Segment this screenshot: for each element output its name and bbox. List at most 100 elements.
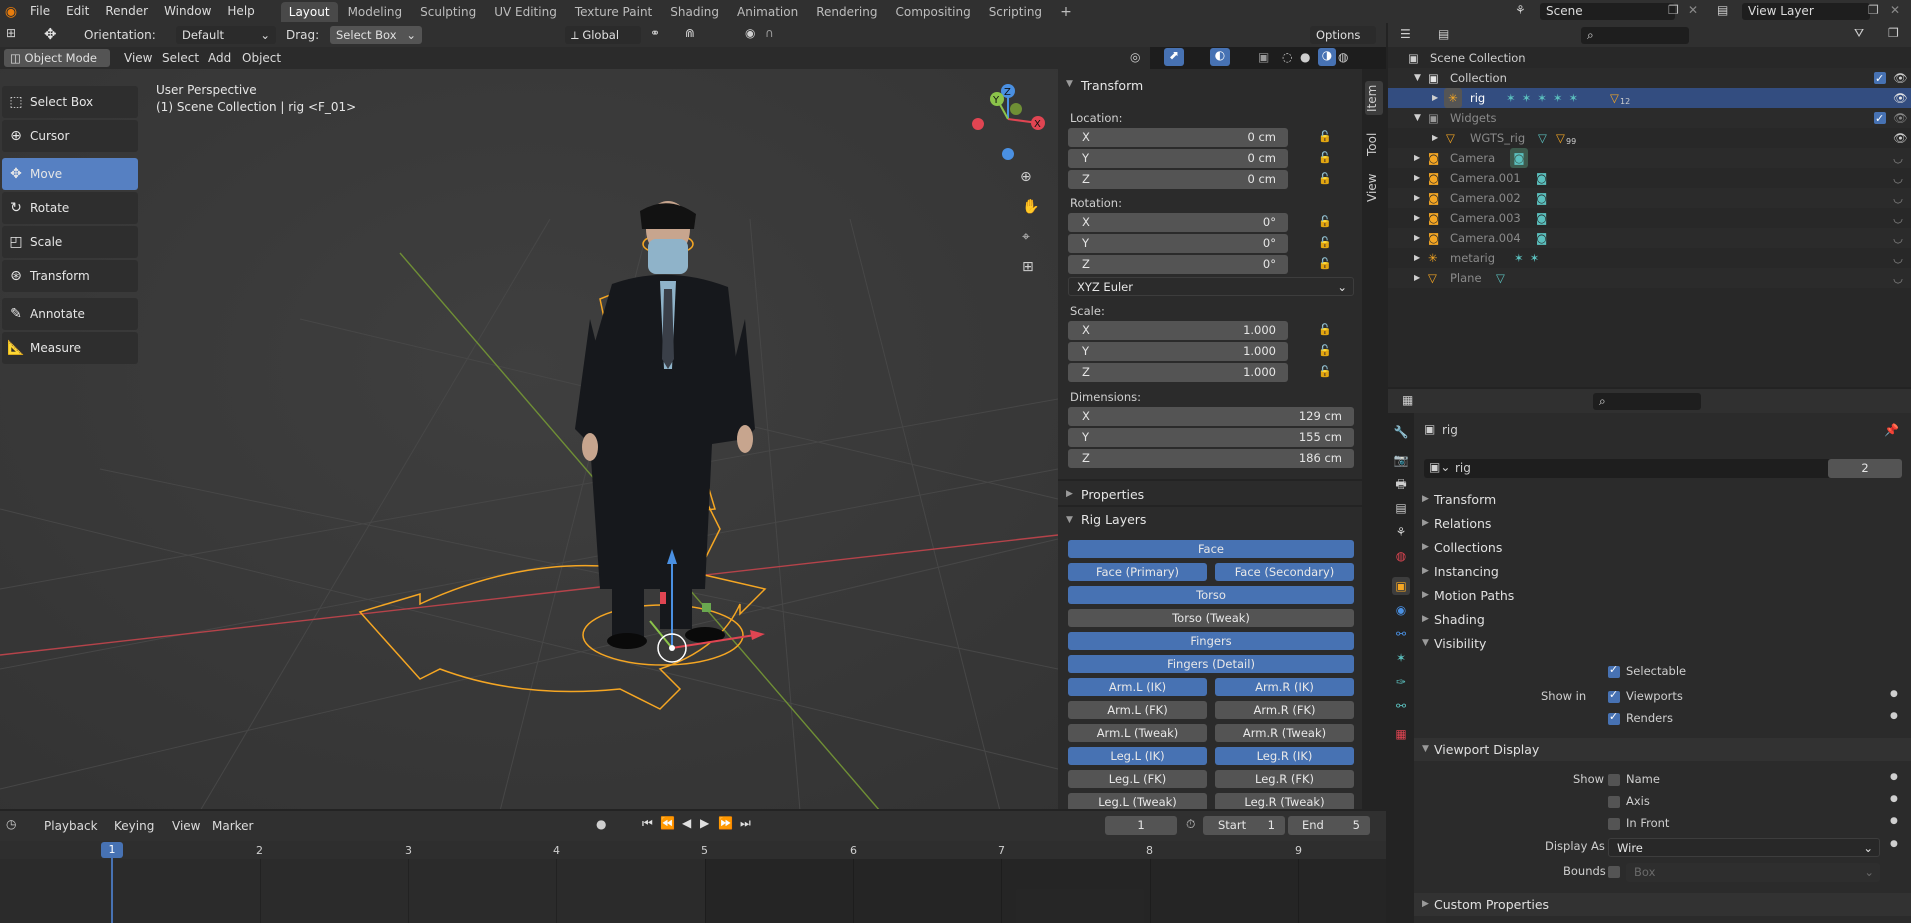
menu-help[interactable]: Help <box>219 0 262 23</box>
scene-field[interactable]: Scene <box>1540 3 1675 20</box>
render-tab-icon[interactable]: 📷 <box>1392 451 1410 469</box>
zoom-icon[interactable]: ⊕ <box>1020 169 1032 185</box>
outliner-row-camera-003[interactable]: ▶ ◙ Camera.003 ◙ ◡ <box>1388 208 1911 228</box>
location-y-field[interactable]: Y0 cm <box>1068 149 1288 168</box>
expand-arrow-icon[interactable]: ▶ <box>1414 228 1420 248</box>
options-dropdown[interactable]: Options <box>1310 26 1376 44</box>
blender-logo-icon[interactable]: ◉ <box>0 4 22 20</box>
workspace-tab-shading[interactable]: Shading <box>662 2 727 22</box>
end-frame-field[interactable]: End 5 <box>1288 816 1370 835</box>
view-object-types-icon[interactable]: ◎ <box>1130 50 1140 64</box>
menu-render[interactable]: Render <box>97 0 156 23</box>
layer-arm-r-ik-button[interactable]: Arm.R (IK) <box>1215 678 1354 696</box>
lock-icon[interactable]: 🔓 <box>1318 365 1332 378</box>
gizmo-toggle-icon[interactable]: ⬈ <box>1164 48 1184 66</box>
viewports-checkbox[interactable] <box>1608 688 1620 703</box>
hidden-icon[interactable]: ◡ <box>1893 188 1903 208</box>
keyframe-dot-icon[interactable]: ● <box>1890 689 1898 699</box>
scene-icon[interactable]: ⚘ <box>1515 3 1526 17</box>
lock-icon[interactable]: 🔓 <box>1318 151 1332 164</box>
menu-marker[interactable]: Marker <box>206 817 259 835</box>
ortho-grid-icon[interactable]: ⊞ <box>1022 259 1034 275</box>
section-custom-properties[interactable]: ▶ Custom Properties <box>1414 893 1911 916</box>
rotation-x-field[interactable]: X 0° <box>1068 213 1288 232</box>
falloff-icon[interactable]: ∩ <box>765 26 774 40</box>
menu-timeline-view[interactable]: View <box>166 817 206 835</box>
collapse-arrow-icon[interactable]: ▼ <box>1066 79 1073 89</box>
eye-icon[interactable]: 👁 <box>1893 68 1908 88</box>
layer-arm-l-ik-button[interactable]: Arm.L (IK) <box>1068 678 1207 696</box>
section-transform[interactable]: ▶ Transform <box>1414 488 1911 511</box>
menu-object[interactable]: Object <box>236 49 287 67</box>
tool-tab-icon[interactable]: 🔧 <box>1392 423 1410 441</box>
transform-orientation-dropdown[interactable]: ⟂ Global <box>565 26 641 44</box>
display-as-dropdown[interactable]: Wire ⌄ <box>1608 838 1880 857</box>
layer-torso-button[interactable]: Torso <box>1068 586 1354 604</box>
section-motion-paths[interactable]: ▶ Motion Paths <box>1414 584 1911 607</box>
view-layer-icon[interactable]: ▤ <box>1717 3 1728 17</box>
collapse-arrow-icon[interactable]: ▼ <box>1414 68 1421 88</box>
bone-tab-icon[interactable]: ✑ <box>1392 673 1410 691</box>
view-layer-field[interactable]: View Layer <box>1742 3 1870 20</box>
expand-arrow-icon[interactable]: ▶ <box>1414 188 1420 208</box>
show-name-checkbox[interactable] <box>1608 774 1620 786</box>
physics-tab-icon[interactable]: ◉ <box>1392 601 1410 619</box>
layer-face-secondary-button[interactable]: Face (Secondary) <box>1215 563 1354 581</box>
workspace-tab-rendering[interactable]: Rendering <box>808 2 885 22</box>
menu-select[interactable]: Select <box>156 49 205 67</box>
shading-wireframe-icon[interactable]: ◌ <box>1282 50 1292 64</box>
section-relations[interactable]: ▶ Relations <box>1414 512 1911 535</box>
rotation-z-field[interactable]: Z 0° <box>1068 255 1288 274</box>
tool-transform[interactable]: ⊛ Transform <box>2 260 138 292</box>
section-visibility[interactable]: ▼ Visibility <box>1414 632 1911 655</box>
renders-checkbox[interactable] <box>1608 710 1620 725</box>
keyframe-dot-icon[interactable]: ● <box>1890 816 1898 826</box>
object-tab-icon[interactable]: ▣ <box>1392 577 1410 595</box>
keyframe-dot-icon[interactable]: ● <box>1890 794 1898 804</box>
workspace-tab-texture-paint[interactable]: Texture Paint <box>567 2 660 22</box>
menu-add[interactable]: Add <box>202 49 237 67</box>
lock-icon[interactable]: 🔓 <box>1318 172 1332 185</box>
lock-icon[interactable]: 🔓 <box>1318 130 1332 143</box>
timeline-editor-icon[interactable]: ◷ <box>6 817 16 831</box>
filter-icon[interactable]: ⛛ <box>1854 26 1864 41</box>
snap-icon[interactable]: ⋒ <box>685 26 695 40</box>
jump-end-icon[interactable]: ⏭ <box>740 816 751 831</box>
tool-measure[interactable]: 📐 Measure <box>2 332 138 364</box>
hidden-icon[interactable]: ◡ <box>1893 268 1903 288</box>
exclude-checkbox[interactable] <box>1874 69 1886 89</box>
eye-icon[interactable]: 👁 <box>1893 88 1908 108</box>
camera-view-icon[interactable]: ⌖ <box>1022 229 1030 245</box>
layer-fingers-button[interactable]: Fingers <box>1068 632 1354 650</box>
lock-icon[interactable]: 🔓 <box>1318 215 1332 228</box>
layer-arm-r-tweak-button[interactable]: Arm.R (Tweak) <box>1215 724 1354 742</box>
lock-icon[interactable]: 🔓 <box>1318 257 1332 270</box>
display-mode-icon[interactable]: ▤ <box>1438 27 1449 41</box>
lock-icon[interactable]: 🔓 <box>1318 344 1332 357</box>
dimensions-x-field[interactable]: X 129 cm <box>1068 407 1354 426</box>
keyframe-dot-icon[interactable]: ● <box>1890 772 1898 782</box>
section-collections[interactable]: ▶ Collections <box>1414 536 1911 559</box>
expand-arrow-icon[interactable]: ▶ <box>1414 248 1420 268</box>
new-view-layer-icon[interactable]: ❐ <box>1868 3 1879 17</box>
outliner-row-camera[interactable]: ▶ ◙ Camera ◙ ◡ <box>1388 148 1911 168</box>
hidden-icon[interactable]: ◡ <box>1893 248 1903 268</box>
outliner-row-collection[interactable]: ▼ ▣ Collection 👁 <box>1388 68 1911 89</box>
workspace-tab-scripting[interactable]: Scripting <box>981 2 1050 22</box>
eye-icon[interactable]: 👁 <box>1893 128 1908 148</box>
layer-arm-r-fk-button[interactable]: Arm.R (FK) <box>1215 701 1354 719</box>
new-scene-icon[interactable]: ❐ <box>1668 3 1679 17</box>
object-datablock-field[interactable]: ▣⌄ rig <box>1424 459 1864 478</box>
tool-scale[interactable]: ◰ Scale <box>2 226 138 258</box>
tool-select-box[interactable]: ⬚ Select Box <box>2 86 138 118</box>
pin-icon[interactable]: 📌 <box>1884 423 1899 437</box>
xray-icon[interactable]: ▣ <box>1258 50 1269 64</box>
menu-window[interactable]: Window <box>156 0 219 23</box>
outliner-row-scene-collection[interactable]: ▣ Scene Collection <box>1388 48 1911 68</box>
active-tool-move-icon[interactable]: ✥ <box>44 25 57 43</box>
workspace-tab-animation[interactable]: Animation <box>729 2 806 22</box>
layer-leg-r-fk-button[interactable]: Leg.R (FK) <box>1215 770 1354 788</box>
keyframe-dot-icon[interactable]: ● <box>1890 839 1898 849</box>
layer-leg-l-fk-button[interactable]: Leg.L (FK) <box>1068 770 1207 788</box>
expand-arrow-icon[interactable]: ▶ <box>1414 148 1420 168</box>
